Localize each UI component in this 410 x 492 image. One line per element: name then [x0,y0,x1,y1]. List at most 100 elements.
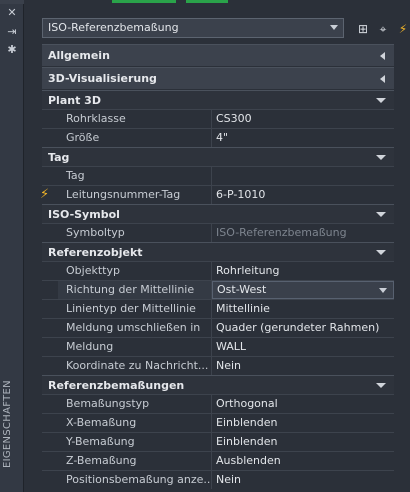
top-accent-bar [112,0,176,3]
property-row-positionsbemassung[interactable]: Positionsbemaßung anze... Nein [42,470,394,489]
expand-arrow-icon [380,75,385,83]
property-row-y-bemassung[interactable]: Y-Bemaßung Einblenden [42,432,394,451]
expand-arrow-icon [380,52,385,60]
object-type-select[interactable]: ISO-Referenzbemaßung [42,18,344,38]
property-row-groesse[interactable]: Größe 4" [42,128,394,147]
row-gutter: ⚡ [40,186,58,204]
add-selection-icon[interactable]: ⊞ [354,20,372,38]
section-referenzbemassungen[interactable]: Referenzbemaßungen [42,375,394,394]
property-value[interactable]: Einblenden [212,414,394,432]
section-title: Allgemein [48,49,110,62]
property-value[interactable]: Einblenden [212,433,394,451]
palette-header: ISO-Referenzbemaßung ⊞ ⌖ ⚡ [24,6,410,38]
section-title: Plant 3D [48,93,101,107]
property-value[interactable]: Mittellinie [212,300,394,318]
scrollbar[interactable] [398,44,406,492]
row-gutter [42,300,58,318]
property-value[interactable]: WALL [212,338,394,356]
property-name: Linientyp der Mittellinie [58,300,212,318]
section-referenzobjekt[interactable]: Referenzobjekt [42,242,394,261]
property-name: X-Bemaßung [58,414,212,432]
property-value[interactable]: 6-P-1010 [212,186,394,204]
section-iso-symbol[interactable]: ISO-Symbol [42,204,394,223]
property-name: Positionsbemaßung anze... [58,471,212,489]
property-row-objekttyp[interactable]: Objekttyp Rohrleitung [42,261,394,280]
property-row-rohrklasse[interactable]: Rohrklasse CS300 [42,109,394,128]
property-name: Meldung [58,338,212,356]
settings-icon[interactable]: ✱ [5,43,19,57]
lightning-icon: ⚡ [40,187,50,202]
property-value[interactable]: 4" [212,129,394,147]
chevron-down-icon [330,25,338,30]
row-gutter [42,357,58,375]
property-name: Symboltyp [58,224,212,242]
section-title: Referenzbemaßungen [48,378,185,392]
property-value[interactable]: Nein [212,471,394,489]
property-name: Koordinate zu Nachricht... [58,357,212,375]
collapse-arrow-icon [376,155,386,160]
row-gutter [42,471,58,489]
property-value[interactable]: CS300 [212,110,394,128]
chevron-down-icon[interactable] [379,288,387,293]
property-row-x-bemassung[interactable]: X-Bemaßung Einblenden [42,413,394,432]
row-gutter [42,281,58,299]
property-row-umschliessen[interactable]: Meldung umschließen in Quader (gerundete… [42,318,394,337]
row-gutter [42,167,58,185]
property-row-leitungsnummer-tag[interactable]: ⚡ Leitungsnummer-Tag 6-P-1010 [40,185,394,204]
section-title: ISO-Symbol [48,207,120,221]
property-row-tag[interactable]: Tag [42,166,394,185]
row-gutter [42,262,58,280]
section-title: Referenzobjekt [48,245,143,259]
property-row-koordinate[interactable]: Koordinate zu Nachricht... Nein [42,356,394,375]
section-allgemein[interactable]: Allgemein [42,44,394,66]
property-name: Größe [58,129,212,147]
pin-icon[interactable]: ⇥ [5,25,19,39]
row-gutter [42,319,58,337]
property-value[interactable]: Ausblenden [212,452,394,470]
strip-top-bar [0,0,24,4]
pick-objects-icon[interactable]: ⌖ [374,20,392,38]
section-plant-3d[interactable]: Plant 3D [42,90,394,109]
collapse-arrow-icon [376,383,386,388]
property-value[interactable]: Orthogonal [212,395,394,413]
property-name: Richtung der Mittellinie [58,281,212,299]
collapse-arrow-icon [376,212,386,217]
property-row-richtung[interactable]: Richtung der Mittellinie Ost-West [42,280,394,299]
section-title: 3D-Visualisierung [48,72,157,85]
row-gutter [42,395,58,413]
section-title: Tag [48,150,70,164]
property-name: Tag [58,167,212,185]
section-3d-visualisierung[interactable]: 3D-Visualisierung [42,67,394,89]
property-name: Objekttyp [58,262,212,280]
property-name: Bemaßungstyp [58,395,212,413]
property-row-bemassungstyp[interactable]: Bemaßungstyp Orthogonal [42,394,394,413]
property-grid: Allgemein 3D-Visualisierung Plant 3D Roh… [40,44,394,489]
property-name: Z-Bemaßung [58,452,212,470]
property-value[interactable] [212,167,394,185]
property-value[interactable]: Quader (gerundeter Rahmen) [212,319,394,337]
row-gutter [42,452,58,470]
palette-title: EIGENSCHAFTEN [2,380,13,468]
row-gutter [42,110,58,128]
property-row-z-bemassung[interactable]: Z-Bemaßung Ausblenden [42,451,394,470]
palette-title-strip: ✕ ⇥ ✱ EIGENSCHAFTEN [0,0,24,492]
row-gutter [42,129,58,147]
section-tag[interactable]: Tag [42,147,394,166]
close-icon[interactable]: ✕ [5,6,19,20]
property-value-readonly: ISO-Referenzbemaßung [216,226,347,239]
dropdown-value: Ost-West [217,283,267,296]
property-row-meldung[interactable]: Meldung WALL [42,337,394,356]
collapse-arrow-icon [376,250,386,255]
property-value[interactable]: Rohrleitung [212,262,394,280]
property-name: Meldung umschließen in [58,319,212,337]
object-type-value: ISO-Referenzbemaßung [48,21,179,34]
row-gutter [42,224,58,242]
top-accent-bar-2 [186,0,228,3]
row-gutter [42,338,58,356]
property-value-dropdown[interactable]: Ost-West [212,281,394,299]
collapse-arrow-icon [376,98,386,103]
property-value[interactable]: Nein [212,357,394,375]
property-row-linientyp[interactable]: Linientyp der Mittellinie Mittellinie [42,299,394,318]
property-row-symboltyp[interactable]: Symboltyp ISO-Referenzbemaßung [42,223,394,242]
quick-select-icon[interactable]: ⚡ [394,20,410,38]
